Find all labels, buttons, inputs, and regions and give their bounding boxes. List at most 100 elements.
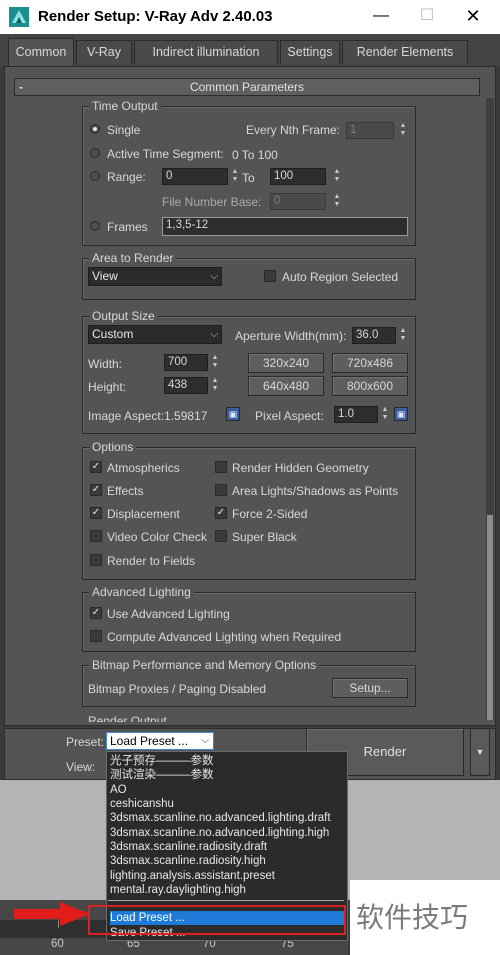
minimize-button[interactable]: —	[358, 0, 404, 34]
pixel-aspect-spinner[interactable]: ▲ ▼	[380, 406, 390, 423]
chevron-down-icon: ⌵	[210, 271, 218, 282]
render-hidden-geometry-checkbox[interactable]	[215, 461, 227, 473]
scrollbar-thumb[interactable]	[487, 515, 493, 720]
pixel-aspect-input[interactable]: 1.0	[334, 406, 378, 423]
aperture-width-label: Aperture Width(mm):	[235, 329, 347, 343]
range-from-spinner[interactable]: ▲ ▼	[230, 168, 240, 185]
range-to-input[interactable]: 100	[270, 168, 326, 185]
aperture-width-input[interactable]: 36.0	[352, 327, 396, 344]
active-segment-value: 0 To 100	[232, 148, 278, 162]
file-number-base-spinner[interactable]: ▲ ▼	[332, 193, 342, 210]
displacement-label: Displacement	[107, 507, 180, 521]
output-size-legend: Output Size	[89, 309, 158, 323]
video-color-check-label: Video Color Check	[107, 530, 207, 544]
aperture-width-spinner[interactable]: ▲ ▼	[398, 327, 408, 344]
image-aspect-label: Image Aspect:1.59817	[88, 409, 208, 423]
atmospherics-label: Atmospherics	[107, 461, 180, 475]
res-640x480-button[interactable]: 640x480	[248, 376, 324, 396]
area-to-render-legend: Area to Render	[89, 251, 177, 265]
tab-render-elements[interactable]: Render Elements	[342, 40, 468, 64]
effects-label: Effects	[107, 484, 144, 498]
app-icon	[9, 7, 29, 27]
range-to-spinner[interactable]: ▲ ▼	[332, 168, 342, 185]
close-button[interactable]: ✕	[450, 0, 496, 34]
width-spinner[interactable]: ▲ ▼	[210, 354, 220, 371]
area-to-render-select[interactable]: View ⌵	[88, 267, 222, 286]
tab-settings[interactable]: Settings	[280, 40, 340, 64]
range-from-input[interactable]: 0	[162, 168, 228, 185]
preset-item[interactable]: AO	[110, 783, 346, 797]
area-lights-points-label: Area Lights/Shadows as Points	[232, 484, 399, 498]
area-lights-points-checkbox[interactable]	[215, 484, 227, 496]
range-radio[interactable]	[90, 171, 100, 181]
bitmap-performance-legend: Bitmap Performance and Memory Options	[89, 658, 320, 672]
preset-item[interactable]: lighting.analysis.assistant.preset	[110, 869, 346, 883]
res-720x486-button[interactable]: 720x486	[332, 353, 408, 373]
bitmap-setup-button[interactable]: Setup...	[332, 678, 408, 698]
tab-vray[interactable]: V-Ray	[76, 40, 132, 64]
file-number-base-label: File Number Base:	[162, 195, 262, 209]
rollout-title: Common Parameters	[189, 80, 305, 94]
render-to-fields-label: Render to Fields	[107, 554, 196, 568]
preset-item[interactable]: 光子预存———参数	[110, 754, 346, 768]
preset-select[interactable]: Load Preset ... ⌵	[106, 732, 214, 750]
atmospherics-checkbox[interactable]: ✓	[90, 461, 102, 473]
render-output-legend-partial: Render Output	[88, 714, 167, 722]
res-320x240-button[interactable]: 320x240	[248, 353, 324, 373]
auto-region-checkbox[interactable]	[264, 270, 276, 282]
red-arrow-icon	[14, 902, 90, 926]
tab-common[interactable]: Common	[8, 38, 74, 66]
compute-advanced-lighting-checkbox[interactable]	[90, 630, 102, 642]
every-nth-label: Every Nth Frame:	[246, 123, 341, 137]
video-color-check-checkbox[interactable]	[90, 530, 102, 542]
frames-radio[interactable]	[90, 221, 100, 231]
area-to-render-value: View	[92, 269, 118, 283]
render-to-fields-checkbox[interactable]	[90, 554, 102, 566]
preset-item[interactable]: 3dsmax.scanline.no.advanced.lighting.dra…	[110, 811, 346, 825]
preset-item[interactable]: 测试渲染———参数	[110, 768, 346, 782]
preset-item[interactable]: 3dsmax.scanline.no.advanced.lighting.hig…	[110, 826, 346, 840]
tab-indirect-illumination[interactable]: Indirect illumination	[134, 40, 278, 64]
preset-item[interactable]: 3dsmax.scanline.radiosity.draft	[110, 840, 346, 854]
force-2-sided-checkbox[interactable]: ✓	[215, 507, 227, 519]
render-dropdown-arrow[interactable]: ▼	[470, 728, 490, 776]
preset-list-separator	[108, 900, 344, 901]
frames-input[interactable]: 1,3,5-12	[162, 217, 408, 236]
annotation-highlight-frame	[88, 905, 346, 935]
maximize-button[interactable]: ☐	[404, 0, 450, 34]
width-input[interactable]: 700	[164, 354, 208, 371]
bitmap-status-label: Bitmap Proxies / Paging Disabled	[88, 682, 267, 696]
time-output-legend: Time Output	[89, 99, 161, 113]
super-black-label: Super Black	[232, 530, 297, 544]
single-label: Single	[107, 123, 141, 137]
preset-item[interactable]: 3dsmax.scanline.radiosity.high	[110, 854, 346, 868]
view-label: View:	[66, 760, 96, 774]
effects-checkbox[interactable]: ✓	[90, 484, 102, 496]
rollout-header-common-parameters[interactable]: - Common Parameters	[14, 78, 480, 96]
collapse-icon[interactable]: -	[19, 79, 23, 95]
output-size-select[interactable]: Custom ⌵	[88, 325, 222, 344]
pixel-aspect-label: Pixel Aspect:	[255, 409, 324, 423]
active-segment-radio[interactable]	[90, 148, 100, 158]
compute-advanced-lighting-label: Compute Advanced Lighting when Required	[107, 630, 342, 644]
single-radio[interactable]	[90, 124, 100, 134]
lock-pixel-aspect-icon[interactable]: ▣	[394, 407, 408, 421]
height-input[interactable]: 438	[164, 377, 208, 394]
watermark: 软件技巧	[356, 901, 469, 934]
lock-aspect-icon[interactable]: ▣	[226, 407, 240, 421]
every-nth-input[interactable]: 1	[346, 122, 394, 139]
preset-label: Preset:	[66, 735, 105, 749]
height-spinner[interactable]: ▲ ▼	[210, 377, 220, 394]
preset-item[interactable]: mental.ray.daylighting.high	[110, 883, 346, 897]
chevron-down-icon: ⌵	[201, 735, 209, 746]
use-advanced-lighting-checkbox[interactable]: ✓	[90, 607, 102, 619]
output-size-value: Custom	[92, 327, 134, 341]
super-black-checkbox[interactable]	[215, 530, 227, 542]
file-number-base-input[interactable]: 0	[270, 193, 326, 210]
preset-item[interactable]: ceshicanshu	[110, 797, 346, 811]
res-800x600-button[interactable]: 800x600	[332, 376, 408, 396]
displacement-checkbox[interactable]: ✓	[90, 507, 102, 519]
advanced-lighting-legend: Advanced Lighting	[89, 585, 194, 599]
height-label: Height:	[88, 380, 127, 394]
every-nth-spinner[interactable]: ▲ ▼	[398, 122, 408, 139]
